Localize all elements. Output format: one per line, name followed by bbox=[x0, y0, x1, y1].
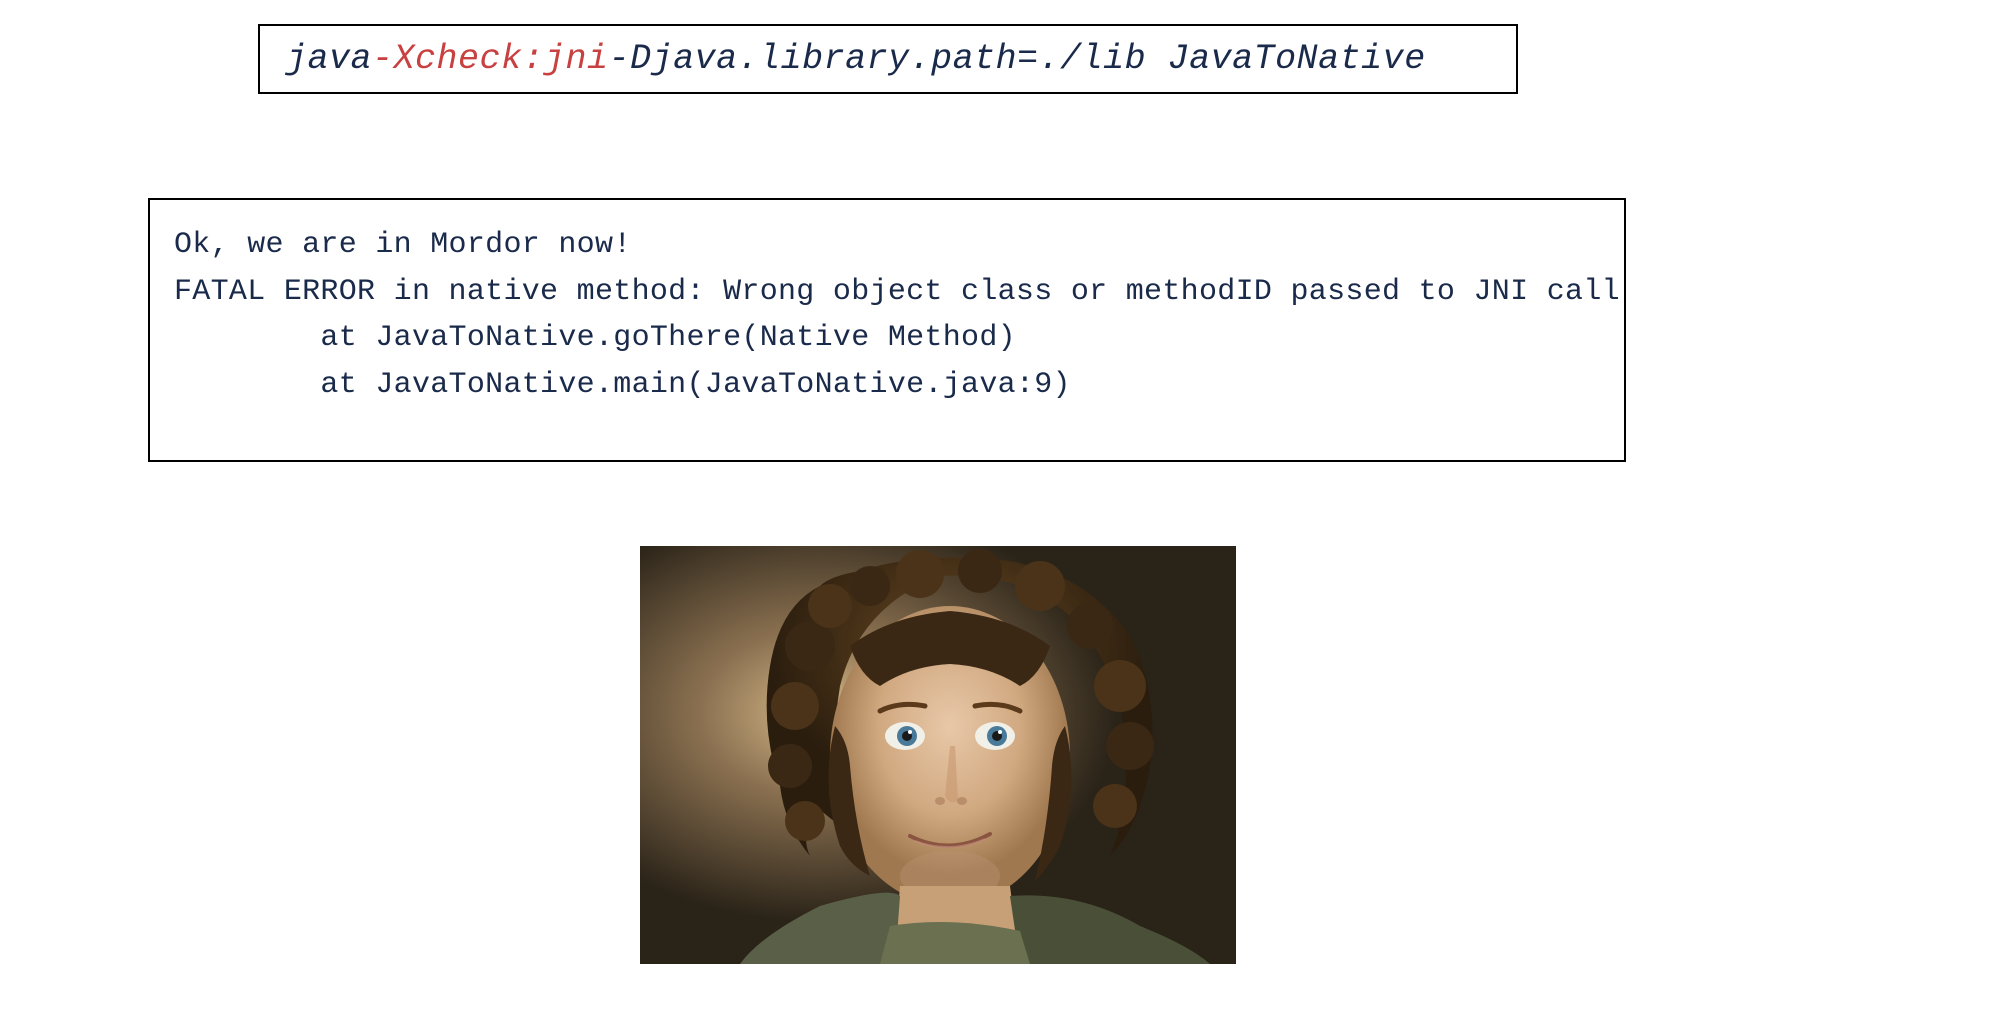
output-line2: FATAL ERROR in native method: Wrong obje… bbox=[174, 275, 1620, 309]
command-part1: java bbox=[286, 39, 372, 79]
output-line4: at JavaToNative.main(JavaToNative.java:9… bbox=[174, 368, 1071, 402]
output-line1: Ok, we are in Mordor now! bbox=[174, 228, 632, 262]
command-highlight: -Xcheck:jni bbox=[372, 39, 609, 79]
command-part2: -Djava.library.path=./lib JavaToNative bbox=[609, 39, 1426, 79]
command-box: java -Xcheck:jni -Djava.library.path=./l… bbox=[258, 24, 1518, 94]
output-line3: at JavaToNative.goThere(Native Method) bbox=[174, 321, 1016, 355]
output-box: Ok, we are in Mordor now! FATAL ERROR in… bbox=[148, 198, 1626, 462]
frodo-image bbox=[640, 546, 1236, 964]
